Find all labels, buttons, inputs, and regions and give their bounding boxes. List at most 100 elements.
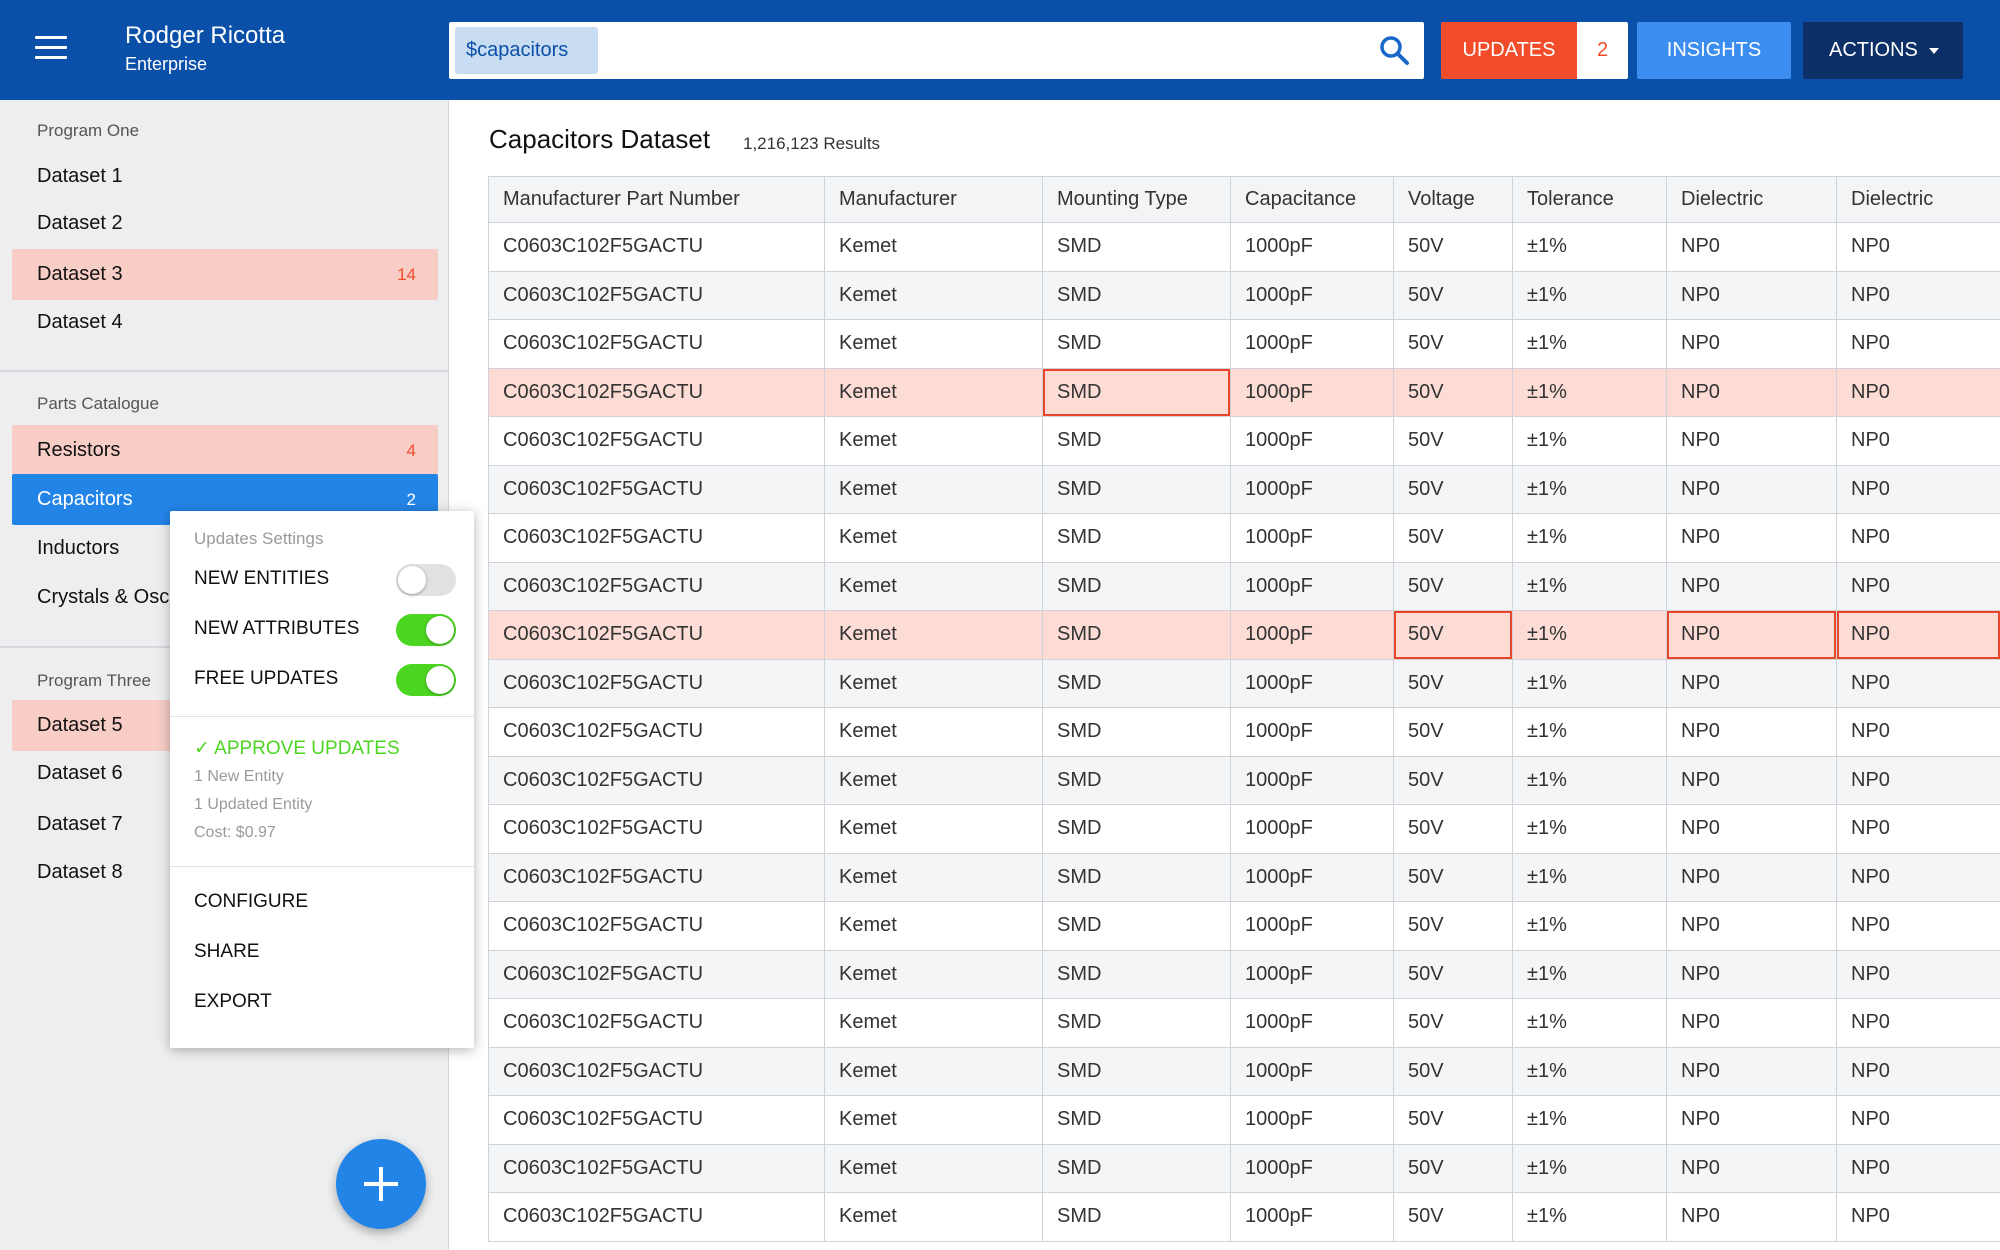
table-cell[interactable]: 1000pF [1230,1143,1394,1193]
table-cell[interactable]: SMD [1042,1143,1231,1193]
table-cell[interactable]: NP0 [1836,610,2000,660]
table-row[interactable]: C0603C102F5GACTU Kemet SMD 1000pF 50V ±1% NP0 N… [488,513,2000,563]
table-cell[interactable]: NP0 [1836,367,2000,417]
table-cell[interactable]: NP0 [1836,658,2000,708]
table-cell[interactable]: 1000pF [1230,852,1394,902]
table-row[interactable]: C0603C102F5GACTU Kemet SMD 1000pF 50V ±1% NP0 N… [488,561,2000,611]
table-cell[interactable]: SMD [1042,561,1231,611]
column-header[interactable]: Dielectric [1666,176,1837,223]
sidebar-item-dataset-1[interactable]: Dataset 1 [12,151,438,202]
table-cell[interactable]: Kemet [824,270,1043,320]
table-row[interactable]: C0603C102F5GACTU Kemet SMD 1000pF 50V ±1% NP0 N… [488,998,2000,1048]
column-header[interactable]: Capacitance [1230,176,1394,223]
table-cell[interactable]: NP0 [1836,998,2000,1048]
table-cell[interactable]: 50V [1393,804,1513,854]
table-cell[interactable]: 1000pF [1230,561,1394,611]
table-cell[interactable]: NP0 [1666,707,1837,757]
table-cell[interactable]: 1000pF [1230,804,1394,854]
table-cell[interactable]: Kemet [824,755,1043,805]
export-menu-item[interactable]: EXPORT [194,991,272,1013]
table-cell[interactable]: NP0 [1666,416,1837,466]
table-cell[interactable]: NP0 [1836,1192,2000,1242]
table-cell[interactable]: 50V [1393,610,1513,660]
table-cell[interactable]: Kemet [824,416,1043,466]
table-cell[interactable]: 1000pF [1230,949,1394,999]
sidebar-item-dataset-2[interactable]: Dataset 2 [12,198,438,249]
table-cell[interactable]: ±1% [1512,949,1667,999]
table-cell[interactable]: NP0 [1836,222,2000,272]
table-cell[interactable]: C0603C102F5GACTU [488,270,825,320]
free-updates-toggle[interactable] [396,664,456,696]
search-input[interactable] [609,27,1309,74]
approve-updates-button[interactable]: ✓ APPROVE UPDATES [194,737,400,760]
table-cell[interactable]: 50V [1393,707,1513,757]
table-row[interactable]: C0603C102F5GACTU Kemet SMD 1000pF 50V ±1% NP0 N… [488,949,2000,999]
table-row[interactable]: C0603C102F5GACTU Kemet SMD 1000pF 50V ±1% NP0 N… [488,658,2000,708]
table-cell[interactable]: 1000pF [1230,270,1394,320]
table-cell[interactable]: ±1% [1512,1192,1667,1242]
table-cell[interactable]: ±1% [1512,610,1667,660]
table-cell[interactable]: SMD [1042,319,1231,369]
sidebar-item-dataset-3[interactable]: Dataset 3 14 [12,249,438,300]
table-row[interactable]: C0603C102F5GACTU Kemet SMD 1000pF 50V ±1% NP0 N… [488,416,2000,466]
table-cell[interactable]: NP0 [1666,658,1837,708]
table-cell[interactable]: C0603C102F5GACTU [488,998,825,1048]
table-cell[interactable]: NP0 [1666,367,1837,417]
table-cell[interactable]: C0603C102F5GACTU [488,319,825,369]
table-cell[interactable]: 1000pF [1230,1095,1394,1145]
table-cell[interactable]: 50V [1393,222,1513,272]
table-cell[interactable]: 50V [1393,1192,1513,1242]
table-cell[interactable]: NP0 [1836,901,2000,951]
table-cell[interactable]: 50V [1393,901,1513,951]
table-cell[interactable]: C0603C102F5GACTU [488,1046,825,1096]
table-cell[interactable]: 1000pF [1230,901,1394,951]
column-header[interactable]: Dielectric [1836,176,2000,223]
table-cell[interactable]: NP0 [1666,319,1837,369]
table-cell[interactable]: C0603C102F5GACTU [488,949,825,999]
table-cell[interactable]: Kemet [824,561,1043,611]
add-button[interactable] [336,1139,426,1229]
table-cell[interactable]: SMD [1042,416,1231,466]
insights-button[interactable]: INSIGHTS [1637,22,1791,79]
table-cell[interactable]: ±1% [1512,707,1667,757]
column-header[interactable]: Manufacturer [824,176,1043,223]
updates-count-badge[interactable]: 2 [1577,22,1628,79]
table-cell[interactable]: SMD [1042,222,1231,272]
table-cell[interactable]: Kemet [824,319,1043,369]
table-cell[interactable]: SMD [1042,852,1231,902]
configure-menu-item[interactable]: CONFIGURE [194,891,308,913]
table-cell[interactable]: SMD [1042,804,1231,854]
table-cell[interactable]: 1000pF [1230,319,1394,369]
table-cell[interactable]: C0603C102F5GACTU [488,804,825,854]
search-token[interactable]: $capacitors [455,27,598,74]
table-cell[interactable]: C0603C102F5GACTU [488,1095,825,1145]
table-row[interactable]: C0603C102F5GACTU Kemet SMD 1000pF 50V ±1% NP0 N… [488,222,2000,272]
table-cell[interactable]: 50V [1393,367,1513,417]
table-cell[interactable]: 50V [1393,852,1513,902]
table-cell[interactable]: C0603C102F5GACTU [488,610,825,660]
table-cell[interactable]: SMD [1042,949,1231,999]
table-row[interactable]: C0603C102F5GACTU Kemet SMD 1000pF 50V ±1% NP0 N… [488,1095,2000,1145]
table-cell[interactable]: 50V [1393,561,1513,611]
table-cell[interactable]: 50V [1393,998,1513,1048]
table-cell[interactable]: C0603C102F5GACTU [488,222,825,272]
table-cell[interactable]: Kemet [824,804,1043,854]
table-cell[interactable]: 50V [1393,270,1513,320]
table-cell[interactable]: Kemet [824,464,1043,514]
table-cell[interactable]: C0603C102F5GACTU [488,561,825,611]
new-attributes-toggle[interactable] [396,614,456,646]
table-cell[interactable]: NP0 [1666,513,1837,563]
table-cell[interactable]: ±1% [1512,416,1667,466]
table-cell[interactable]: NP0 [1666,222,1837,272]
table-cell[interactable]: SMD [1042,998,1231,1048]
table-cell[interactable]: 1000pF [1230,707,1394,757]
column-header[interactable]: Mounting Type [1042,176,1231,223]
table-cell[interactable]: ±1% [1512,998,1667,1048]
table-cell[interactable]: 50V [1393,513,1513,563]
table-row[interactable]: C0603C102F5GACTU Kemet SMD 1000pF 50V ±1% NP0 N… [488,270,2000,320]
table-cell[interactable]: SMD [1042,464,1231,514]
table-cell[interactable]: Kemet [824,513,1043,563]
table-cell[interactable]: SMD [1042,513,1231,563]
table-cell[interactable]: 50V [1393,416,1513,466]
table-cell[interactable]: ±1% [1512,1046,1667,1096]
